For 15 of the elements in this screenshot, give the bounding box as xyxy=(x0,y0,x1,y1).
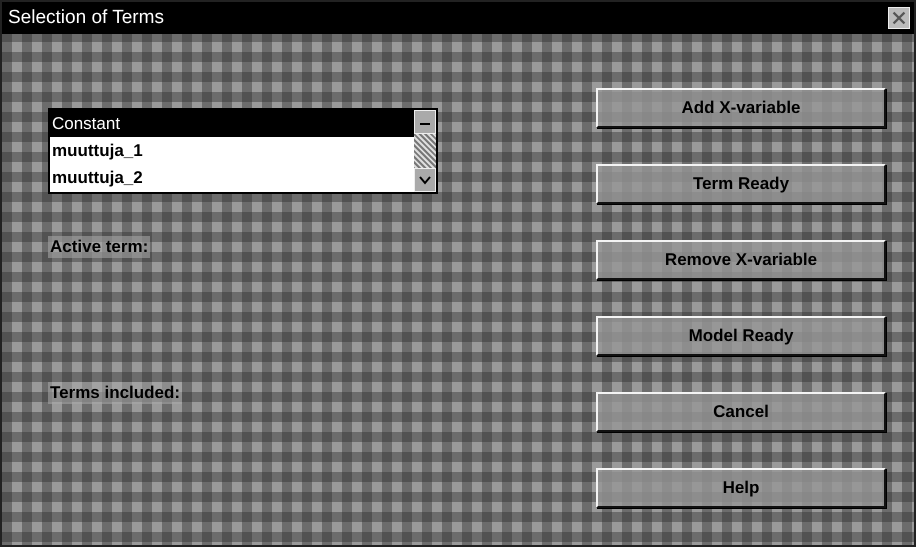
field-label: Terms included: xyxy=(48,382,182,404)
dialog-button[interactable]: Cancel xyxy=(596,392,886,432)
variable-list[interactable]: Constant muuttuja_1 muuttuja_2 xyxy=(48,108,438,194)
dialog-button[interactable]: Add X-variable xyxy=(596,88,886,128)
field-label: Active term: xyxy=(48,236,150,258)
scroll-down-icon[interactable] xyxy=(414,168,436,192)
scrollbar[interactable] xyxy=(414,110,436,192)
dialog-button[interactable]: Help xyxy=(596,468,886,508)
scroll-up-icon[interactable] xyxy=(414,110,436,134)
dialog-button[interactable]: Term Ready xyxy=(596,164,886,204)
close-icon[interactable] xyxy=(888,7,910,29)
dialog-button[interactable]: Model Ready xyxy=(596,316,886,356)
dialog-button[interactable]: Remove X-variable xyxy=(596,240,886,280)
list-item[interactable]: Constant xyxy=(50,110,414,137)
window-title: Selection of Terms xyxy=(8,7,164,29)
